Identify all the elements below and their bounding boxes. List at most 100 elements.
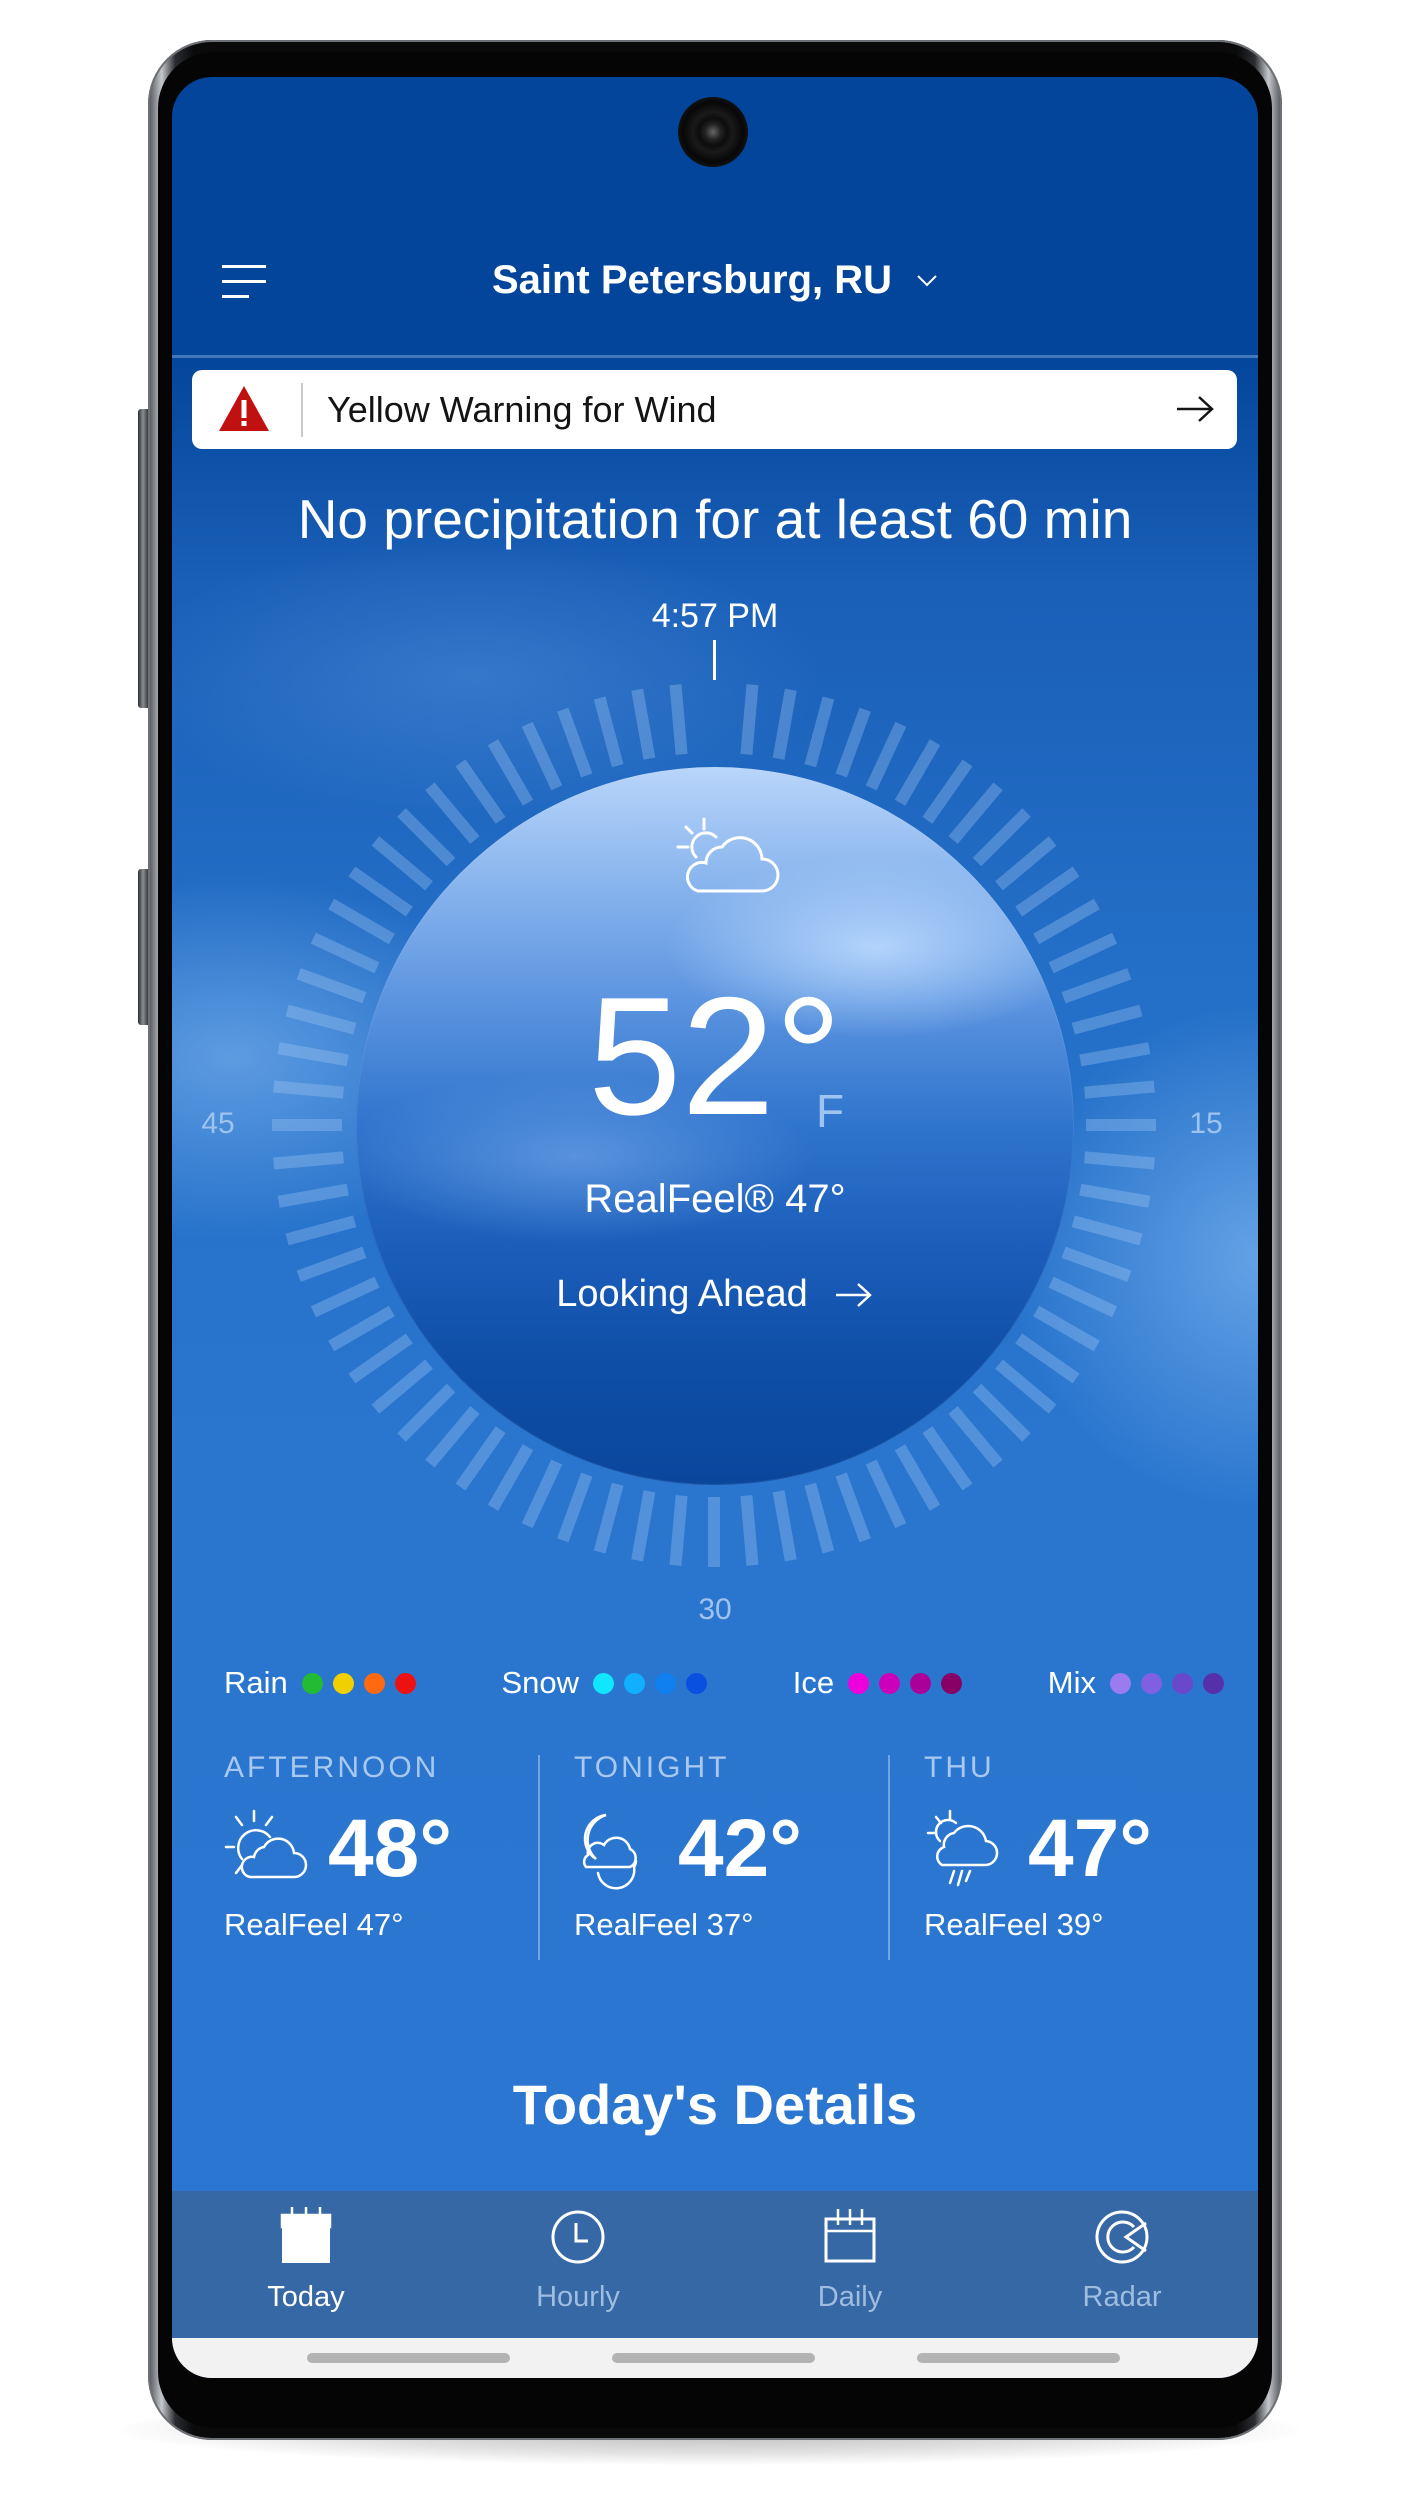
legend-color-dot [624, 1672, 646, 1694]
dial-tick [348, 866, 413, 917]
nav-label: Radar [1082, 2281, 1162, 2313]
forecast-realfeel: RealFeel 39° [924, 1907, 1104, 1942]
dial-tick [631, 1490, 656, 1562]
dial-tick [772, 1490, 797, 1562]
dial-tick [894, 739, 941, 806]
dial-tick [455, 1426, 506, 1491]
forecast-afternoon[interactable]: AFTERNOON 48° RealFeel 47° [224, 1747, 544, 1957]
legend-color-dot [1172, 1672, 1193, 1694]
dial-tick [772, 688, 797, 760]
dial-tick [425, 1406, 480, 1468]
dial-tick [593, 696, 624, 768]
system-nav-back[interactable] [917, 2353, 1120, 2363]
temperature-value: 52° [587, 962, 843, 1150]
dial-tick [804, 1482, 835, 1554]
looking-ahead-link[interactable]: Looking Ahead [172, 1273, 1258, 1316]
dial-tick [922, 759, 973, 824]
dial-tick [521, 1459, 563, 1529]
forecast-label: TONIGHT [574, 1751, 730, 1784]
partly-sunny-icon [224, 1809, 308, 1879]
realfeel-temperature: RealFeel® 47° [584, 1177, 846, 1221]
forecast-divider [538, 1755, 540, 1960]
dial-tick [455, 759, 506, 824]
dial-tick [273, 1151, 344, 1170]
clock-icon [551, 2210, 605, 2264]
dial-tick [1015, 866, 1080, 917]
dial-tick [1015, 1333, 1080, 1384]
forecast-thu[interactable]: THU 47° RealFeel 39° [924, 1747, 1244, 1957]
dial-tick [972, 1383, 1031, 1442]
nav-label: Hourly [536, 2281, 620, 2313]
legend-color-dot [910, 1672, 932, 1694]
dial-tick [371, 1359, 433, 1414]
dial-tick [557, 1472, 593, 1543]
forecast-temp: 48° [328, 1803, 453, 1894]
calendar-icon [824, 2209, 876, 2263]
dial-tick [922, 1426, 973, 1491]
legend-color-dot [301, 1672, 323, 1694]
legend-label: Mix [1047, 1665, 1096, 1700]
legend-color-dot [848, 1672, 870, 1694]
nav-label: Daily [817, 2281, 883, 2313]
dial-tick [631, 688, 656, 760]
legend-ice: Ice [792, 1665, 963, 1701]
dial-tick [487, 739, 534, 806]
dial-tick [995, 836, 1057, 891]
dial-tick [948, 1406, 1003, 1468]
dial-tick [835, 707, 871, 778]
dial-tick [521, 721, 563, 791]
bottom-navigation: Today Hourly Daily Radar [172, 2191, 1258, 2338]
dial-tick [487, 1444, 534, 1511]
partly-sunny-cloud-icon [676, 817, 780, 893]
dial-tick [557, 707, 593, 778]
system-nav-recents[interactable] [307, 2353, 510, 2363]
legend-color-dot [655, 1672, 677, 1694]
dial-label-30: 30 [698, 1593, 732, 1626]
nav-tab-hourly[interactable]: Hourly [478, 2191, 678, 2338]
dial-tick [894, 1444, 941, 1511]
legend-color-dot [1110, 1672, 1131, 1694]
dial-tick [328, 1305, 395, 1352]
temperature-unit: F [816, 1085, 845, 1137]
forecast-label: THU [924, 1751, 995, 1784]
legend-label: Rain [224, 1665, 288, 1700]
legend-color-dot [1203, 1672, 1224, 1694]
system-gesture-bar [172, 2338, 1258, 2378]
forecast-divider [888, 1755, 890, 1960]
forecast-realfeel: RealFeel 47° [224, 1907, 404, 1942]
sun-cloud-rain-icon [926, 1809, 999, 1887]
system-nav-home[interactable] [612, 2353, 815, 2363]
forecast-realfeel: RealFeel 37° [574, 1907, 754, 1942]
dial-tick [397, 808, 456, 867]
legend-color-dot [332, 1672, 354, 1694]
volume-button [138, 409, 148, 708]
dial-tick [804, 696, 835, 768]
dial-tick [1033, 898, 1100, 945]
dial-tick [285, 1215, 357, 1246]
dial-tick [328, 898, 395, 945]
dial-tick [1048, 932, 1118, 974]
nav-tab-daily[interactable]: Daily [750, 2191, 950, 2338]
dial-tick [865, 721, 907, 791]
dial-tick [740, 1495, 759, 1566]
legend-color-dot [1141, 1672, 1162, 1694]
legend-label: Ice [792, 1665, 835, 1700]
dial-tick [972, 808, 1031, 867]
nav-tab-radar[interactable]: Radar [1022, 2191, 1222, 2338]
nav-tab-today[interactable]: Today [206, 2191, 406, 2338]
legend-color-dot [686, 1672, 708, 1694]
current-temperature: 52° F [172, 972, 1258, 1140]
dial-tick [1033, 1305, 1100, 1352]
forecast-label: AFTERNOON [224, 1751, 440, 1784]
legend-rain: Rain [224, 1665, 416, 1701]
partly-cloudy-night-icon [582, 1813, 638, 1890]
dial-tick [371, 836, 433, 891]
nav-label: Today [267, 2281, 345, 2313]
dial-tick [425, 782, 480, 844]
todays-details-heading: Today's Details [512, 2073, 918, 2136]
legend-color-dot [941, 1672, 963, 1694]
legend-label: Snow [501, 1665, 580, 1700]
dial-tick [593, 1482, 624, 1554]
forecast-tonight[interactable]: TONIGHT 42° RealFeel 37° [574, 1747, 894, 1957]
dial-tick [1071, 1215, 1143, 1246]
